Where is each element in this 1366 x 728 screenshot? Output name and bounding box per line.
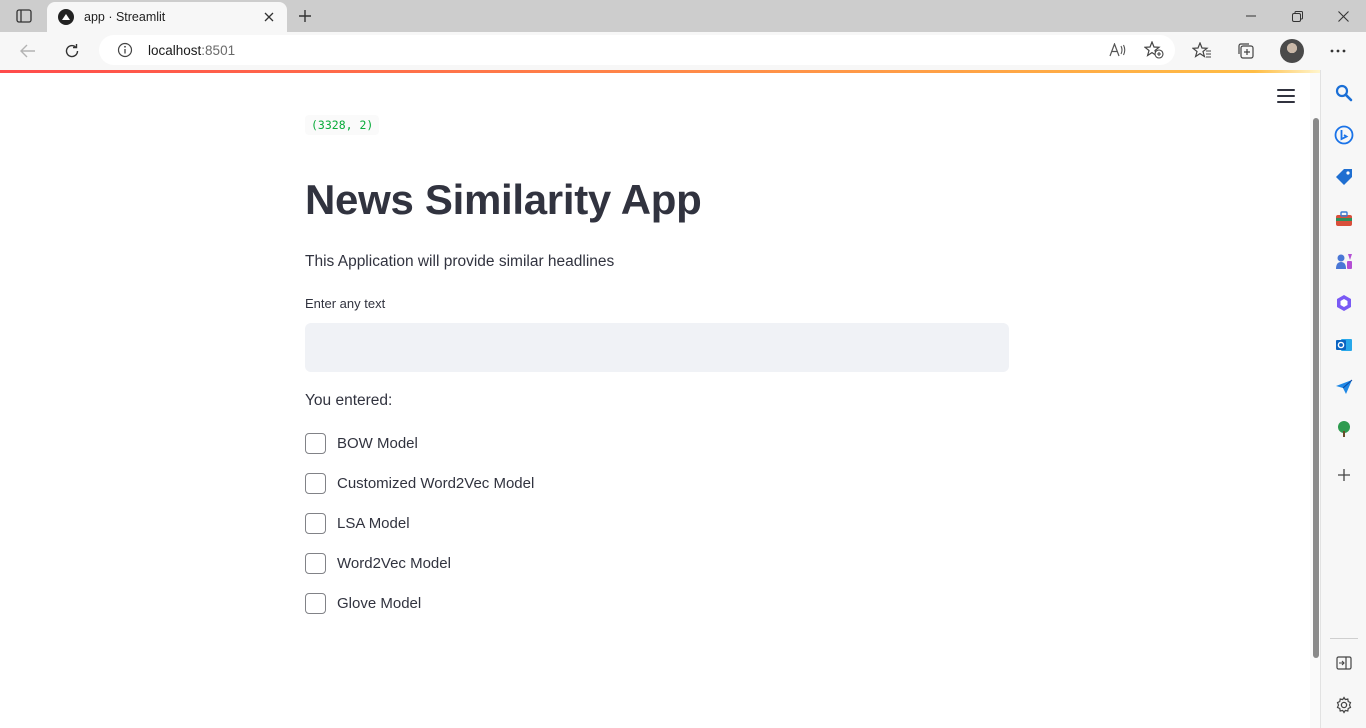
close-window-button[interactable] <box>1320 0 1366 32</box>
close-tab-icon[interactable] <box>261 9 277 25</box>
add-icon[interactable] <box>1334 465 1354 485</box>
checkbox-customized-word2vec-model[interactable]: Customized Word2Vec Model <box>305 472 534 494</box>
checkbox-label: Customized Word2Vec Model <box>337 474 535 492</box>
edge-sidebar <box>1320 70 1366 728</box>
settings-icon[interactable] <box>1334 695 1354 715</box>
checkbox-bow-model[interactable]: BOW Model <box>305 432 418 454</box>
checkbox-label: LSA Model <box>337 514 410 532</box>
minimize-button[interactable] <box>1228 0 1274 32</box>
window-controls <box>1228 0 1366 32</box>
tab-strip: app · Streamlit <box>0 0 1366 32</box>
read-aloud-icon[interactable] <box>1107 40 1129 60</box>
tab-title: app · Streamlit <box>84 10 166 24</box>
bing-icon[interactable] <box>1334 125 1354 145</box>
checkbox-box[interactable] <box>305 552 326 574</box>
split-screen-icon[interactable] <box>1334 653 1354 673</box>
refresh-button[interactable] <box>58 37 86 65</box>
checkbox-box[interactable] <box>305 472 326 494</box>
checkbox-box[interactable] <box>305 512 326 534</box>
checkbox-label: Glove Model <box>337 594 422 612</box>
main-menu-icon[interactable] <box>1274 88 1298 104</box>
checkbox-lsa-model[interactable]: LSA Model <box>305 512 410 534</box>
tree-icon[interactable] <box>1334 419 1354 439</box>
streamlit-page: (3328, 2) News Similarity App This Appli… <box>0 73 1320 728</box>
office-icon[interactable] <box>1334 293 1354 313</box>
shopping-tag-icon[interactable] <box>1334 167 1354 187</box>
site-info-icon[interactable] <box>117 42 133 58</box>
checkbox-box[interactable] <box>305 592 326 614</box>
favorites-icon[interactable] <box>1188 37 1216 65</box>
code-output: (3328, 2) <box>305 115 380 135</box>
search-icon[interactable] <box>1334 83 1354 103</box>
page-title: News Similarity App <box>305 176 702 223</box>
browser-tab[interactable]: app · Streamlit <box>47 2 287 32</box>
send-icon[interactable] <box>1334 377 1354 397</box>
browser-toolbar: localhost:8501 <box>0 32 1366 70</box>
scrollbar-thumb[interactable] <box>1313 118 1319 658</box>
checkbox-box[interactable] <box>305 432 326 454</box>
tab-actions-icon[interactable] <box>11 6 37 26</box>
entered-text: You entered: <box>305 392 393 409</box>
outlook-icon[interactable] <box>1334 335 1354 355</box>
more-options-icon[interactable] <box>1324 37 1352 65</box>
checkbox-label: Word2Vec Model <box>337 554 451 572</box>
restore-button[interactable] <box>1274 0 1320 32</box>
page-subtitle: This Application will provide similar he… <box>305 253 615 270</box>
new-tab-button[interactable] <box>294 6 316 26</box>
back-button[interactable] <box>14 37 42 65</box>
checkbox-word2vec-model[interactable]: Word2Vec Model <box>305 552 451 574</box>
games-icon[interactable] <box>1334 251 1354 271</box>
address-bar[interactable]: localhost:8501 <box>99 35 1175 65</box>
text-input-label: Enter any text <box>305 296 386 311</box>
tools-icon[interactable] <box>1334 209 1354 229</box>
sidebar-divider <box>1330 638 1358 639</box>
checkbox-label: BOW Model <box>337 434 418 452</box>
add-favorite-icon[interactable] <box>1143 40 1165 60</box>
url-text: localhost:8501 <box>148 42 236 58</box>
collections-icon[interactable] <box>1232 37 1260 65</box>
checkbox-glove-model[interactable]: Glove Model <box>305 592 421 614</box>
streamlit-favicon-icon <box>58 9 74 25</box>
text-input[interactable] <box>305 323 1009 372</box>
profile-avatar[interactable] <box>1280 39 1304 63</box>
